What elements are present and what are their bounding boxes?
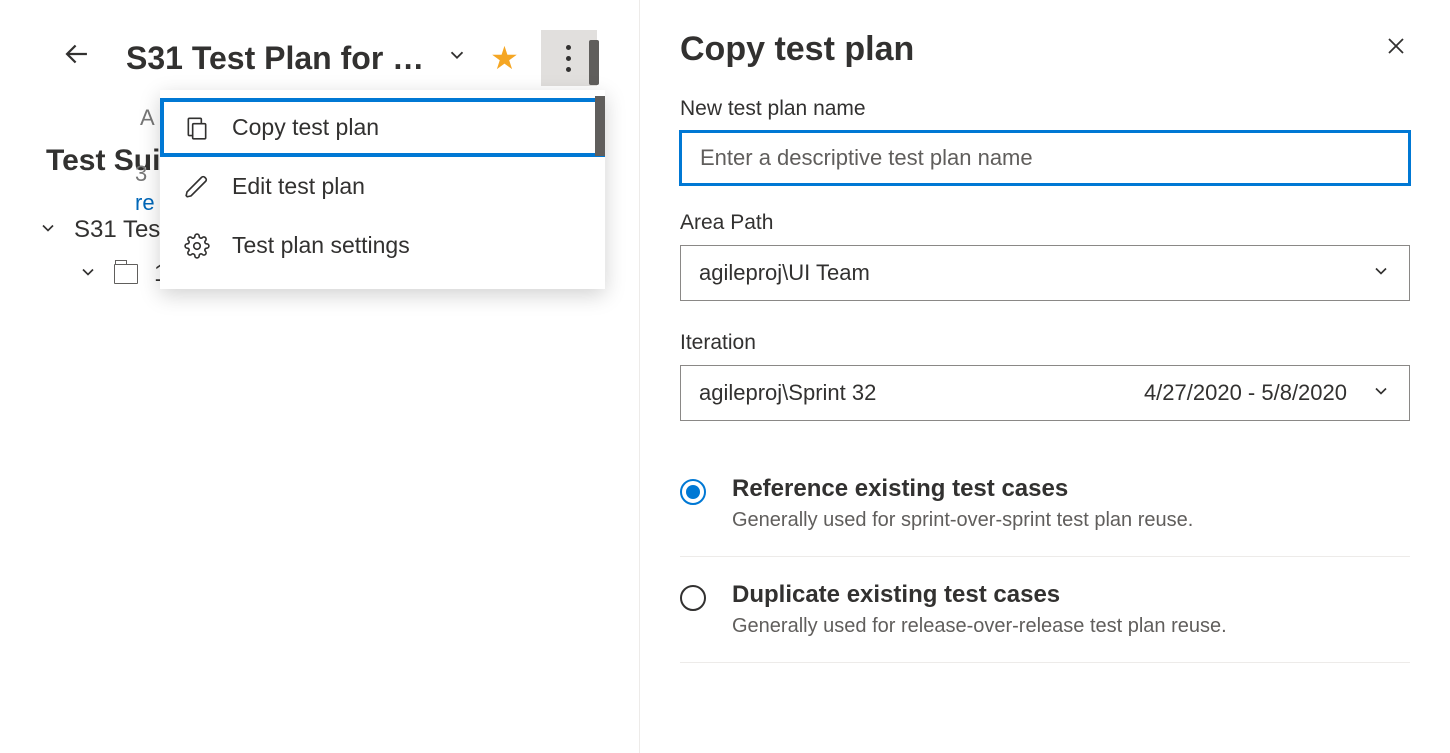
- more-actions-button[interactable]: [541, 30, 597, 86]
- copy-mode-radio-group: Reference existing test cases Generally …: [680, 451, 1410, 663]
- obscured-text: A: [140, 105, 155, 131]
- obscured-text: 3: [135, 161, 147, 187]
- chevron-down-icon: [1371, 381, 1391, 406]
- left-pane: S31 Test Plan for … ★ A 3 re Copy test p…: [0, 0, 640, 753]
- area-path-dropdown[interactable]: agileproj\UI Team: [680, 245, 1410, 301]
- chevron-down-icon[interactable]: [78, 262, 98, 287]
- radio-description: Generally used for release-over-release …: [732, 615, 1227, 638]
- menu-item-test-plan-settings[interactable]: Test plan settings: [160, 216, 605, 275]
- chevron-down-icon: [1371, 261, 1391, 286]
- plan-header: S31 Test Plan for … ★: [10, 0, 639, 96]
- menu-item-label: Edit test plan: [232, 173, 365, 200]
- copy-test-plan-panel: Copy test plan New test plan name Area P…: [640, 0, 1450, 753]
- menu-item-edit-test-plan[interactable]: Edit test plan: [160, 157, 605, 216]
- name-field-label: New test plan name: [680, 97, 1410, 121]
- back-arrow-icon[interactable]: [60, 37, 94, 79]
- menu-item-label: Test plan settings: [232, 232, 410, 259]
- iteration-value: agileproj\Sprint 32: [699, 380, 876, 406]
- radio-title: Duplicate existing test cases: [732, 581, 1227, 609]
- folder-icon: [114, 264, 138, 284]
- radio-button[interactable]: [680, 479, 706, 505]
- menu-item-copy-test-plan[interactable]: Copy test plan: [160, 98, 605, 157]
- iteration-dropdown[interactable]: agileproj\Sprint 32 4/27/2020 - 5/8/2020: [680, 365, 1410, 421]
- scrollbar-thumb[interactable]: [589, 40, 599, 85]
- iteration-label: Iteration: [680, 331, 1410, 355]
- settings-icon: [184, 233, 210, 259]
- menu-item-label: Copy test plan: [232, 114, 379, 141]
- area-path-label: Area Path: [680, 211, 1410, 235]
- radio-row-reference[interactable]: Reference existing test cases Generally …: [680, 451, 1410, 557]
- close-icon[interactable]: [1382, 30, 1410, 69]
- scrollbar-thumb[interactable]: [595, 96, 605, 156]
- radio-description: Generally used for sprint-over-sprint te…: [732, 509, 1193, 532]
- edit-icon: [184, 174, 210, 200]
- radio-row-duplicate[interactable]: Duplicate existing test cases Generally …: [680, 557, 1410, 663]
- radio-title: Reference existing test cases: [732, 475, 1193, 503]
- panel-title: Copy test plan: [680, 30, 914, 69]
- panel-header: Copy test plan: [680, 30, 1410, 69]
- chevron-down-icon[interactable]: [38, 218, 58, 243]
- plan-dropdown-chevron-icon[interactable]: [446, 44, 468, 72]
- area-path-value: agileproj\UI Team: [699, 260, 870, 286]
- test-plan-name-input[interactable]: [680, 131, 1410, 185]
- context-menu: Copy test plan Edit test plan Test plan …: [160, 90, 605, 289]
- radio-button[interactable]: [680, 585, 706, 611]
- copy-icon: [184, 115, 210, 141]
- plan-title: S31 Test Plan for …: [126, 40, 424, 77]
- favorite-star-icon[interactable]: ★: [490, 39, 519, 77]
- iteration-dates: 4/27/2020 - 5/8/2020: [1144, 380, 1347, 406]
- obscured-link[interactable]: re: [135, 190, 155, 216]
